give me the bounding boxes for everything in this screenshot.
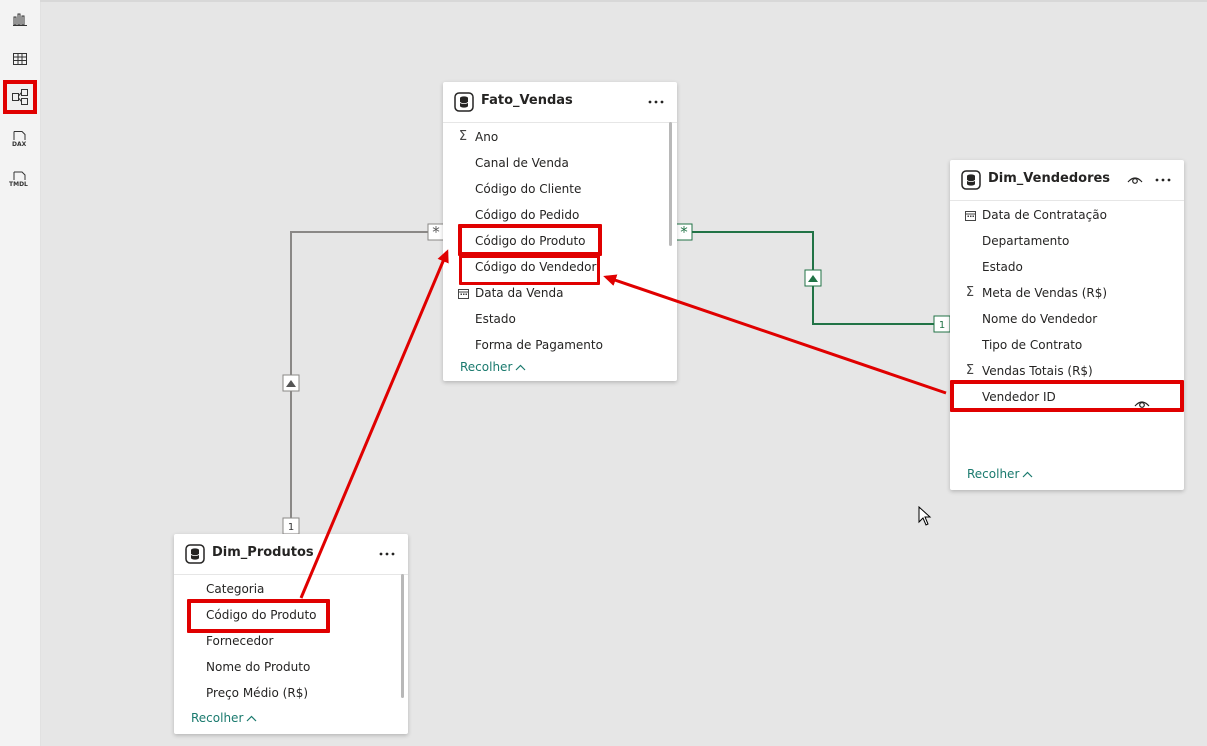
- table-view-button[interactable]: [5, 44, 35, 74]
- field-codigo-do-cliente[interactable]: Código do Cliente: [443, 176, 665, 202]
- cardinality-one-vendedores: 1: [933, 315, 951, 333]
- field-canal-de-venda[interactable]: Canal de Venda: [443, 150, 665, 176]
- view-sidebar: DAX TMDL: [0, 0, 41, 746]
- table-title: Fato_Vendas: [481, 93, 573, 108]
- field-nome-do-produto[interactable]: Nome do Produto: [174, 654, 396, 680]
- chevron-up-icon: [1022, 467, 1033, 481]
- sigma-icon: Σ: [965, 285, 975, 300]
- field-departamento[interactable]: Departamento: [950, 228, 1172, 254]
- field-ano[interactable]: Σ Ano: [443, 124, 665, 150]
- svg-text:1: 1: [939, 320, 945, 331]
- sigma-icon: Σ: [458, 129, 468, 144]
- calendar-icon: [456, 286, 470, 300]
- visibility-eye-icon[interactable]: [1124, 169, 1146, 191]
- field-nome-do-vendedor[interactable]: Nome do Vendedor: [950, 306, 1172, 332]
- field-preco-medio[interactable]: Preço Médio (R$): [174, 680, 396, 706]
- table-card-header[interactable]: Fato_Vendas: [443, 82, 677, 123]
- table-grid-icon: [13, 53, 27, 65]
- dax-query-view-button[interactable]: DAX: [5, 124, 35, 154]
- mouse-cursor-icon: [918, 506, 932, 526]
- collapse-link[interactable]: Recolher: [191, 711, 257, 725]
- relationship-line-produtos-vendas[interactable]: [290, 231, 428, 520]
- chevron-up-icon: [515, 360, 526, 374]
- cardinality-many-produtos: *: [427, 223, 445, 241]
- filter-direction-vendedores-icon[interactable]: [804, 269, 822, 287]
- sigma-icon: Σ: [965, 363, 975, 378]
- bar-chart-icon: [13, 13, 27, 26]
- dax-icon: DAX: [12, 131, 27, 148]
- table-database-icon: [184, 543, 206, 565]
- model-diagram-icon: [12, 89, 28, 105]
- field-estado[interactable]: Estado: [950, 254, 1172, 280]
- collapse-link[interactable]: Recolher: [460, 360, 526, 374]
- highlight-codigo-do-produto-fato: [458, 224, 602, 256]
- table-database-icon: [960, 169, 982, 191]
- svg-text:*: *: [432, 223, 440, 241]
- table-card-header[interactable]: Dim_Vendedores: [950, 160, 1184, 201]
- highlight-codigo-do-produto-dim: [187, 599, 330, 633]
- more-options-icon[interactable]: [1152, 169, 1174, 191]
- report-view-button[interactable]: [5, 4, 35, 34]
- table-title: Dim_Produtos: [212, 545, 314, 560]
- chevron-up-icon: [246, 711, 257, 725]
- table-database-icon: [453, 91, 475, 113]
- table-title: Dim_Vendedores: [988, 171, 1111, 186]
- filter-direction-produtos-icon[interactable]: [282, 374, 300, 392]
- fields-scrollbar[interactable]: [401, 574, 404, 698]
- cardinality-one-produtos: 1: [282, 517, 300, 535]
- table-card-dim-produtos[interactable]: Dim_Produtos Categoria Código do Produto…: [174, 534, 408, 734]
- dax-label: DAX: [12, 141, 27, 148]
- field-meta-de-vendas[interactable]: Σ Meta de Vendas (R$): [950, 280, 1172, 306]
- table-card-header[interactable]: Dim_Produtos: [174, 534, 408, 575]
- more-options-icon[interactable]: [645, 91, 667, 113]
- field-forma-de-pagamento[interactable]: Forma de Pagamento: [443, 332, 665, 358]
- relationship-line-vendedores-vendas[interactable]: [692, 231, 934, 325]
- highlight-vendedor-id: [950, 380, 1184, 412]
- top-divider: [40, 0, 1207, 2]
- more-options-icon[interactable]: [376, 543, 398, 565]
- tmdl-view-button[interactable]: TMDL: [5, 164, 35, 194]
- field-estado[interactable]: Estado: [443, 306, 665, 332]
- cardinality-many-vendedores: *: [675, 223, 693, 241]
- field-data-de-contratacao[interactable]: Data de Contratação: [950, 202, 1172, 228]
- field-tipo-de-contrato[interactable]: Tipo de Contrato: [950, 332, 1172, 358]
- highlight-codigo-do-vendedor-fato: [459, 255, 600, 285]
- model-view-button[interactable]: [3, 80, 37, 114]
- tmdl-icon: TMDL: [9, 171, 28, 188]
- collapse-link[interactable]: Recolher: [967, 467, 1033, 481]
- calendar-icon: [963, 208, 977, 222]
- svg-text:*: *: [680, 223, 688, 241]
- table-card-dim-vendedores[interactable]: Dim_Vendedores Data de Contratação Depar…: [950, 160, 1184, 490]
- svg-text:1: 1: [288, 522, 294, 533]
- fields-scrollbar[interactable]: [669, 122, 672, 246]
- tmdl-label: TMDL: [9, 181, 28, 188]
